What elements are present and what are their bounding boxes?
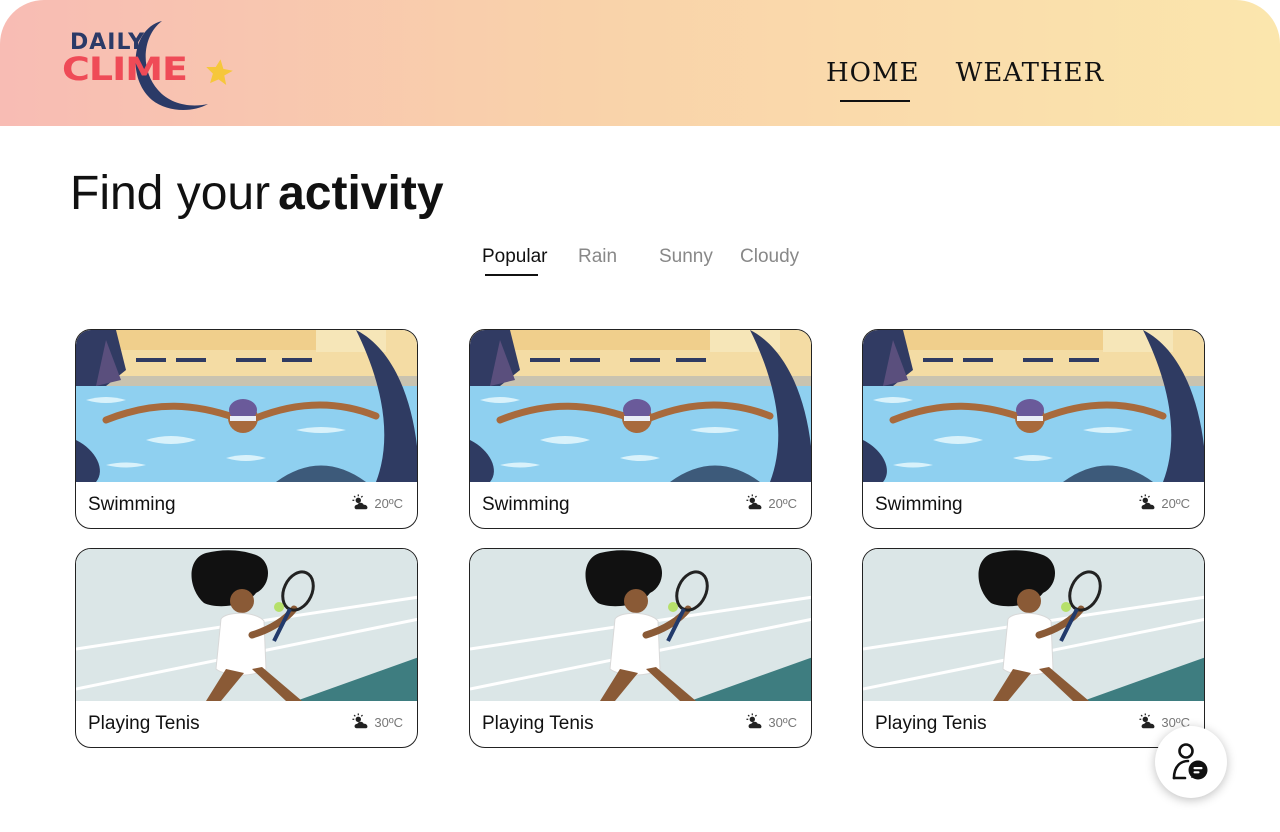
partly-cloudy-icon xyxy=(1139,494,1157,512)
activity-card-title: Playing Tenis xyxy=(875,713,987,734)
activity-card-weather: 20ºC xyxy=(352,494,403,512)
main-nav: HOME WEATHER xyxy=(826,58,1105,102)
partly-cloudy-icon xyxy=(1139,713,1157,731)
activity-card-tennis[interactable]: Playing Tenis 30ºC xyxy=(469,548,812,748)
activity-card-title: Playing Tenis xyxy=(482,713,594,734)
activity-card-title: Playing Tenis xyxy=(88,713,200,734)
nav-weather-link[interactable]: WEATHER xyxy=(956,58,1105,88)
support-chat-button[interactable] xyxy=(1155,726,1227,798)
activity-card-title: Swimming xyxy=(482,494,570,515)
logo-text-clime: CLIME xyxy=(62,50,188,88)
partly-cloudy-icon xyxy=(746,494,764,512)
activity-card-weather: 20ºC xyxy=(746,494,797,512)
temperature-value: 20ºC xyxy=(768,495,797,511)
daily-clime-logo[interactable]: DAILY CLIME xyxy=(62,18,242,114)
activity-card-title: Swimming xyxy=(875,494,963,515)
partly-cloudy-icon xyxy=(352,494,370,512)
tab-sunny[interactable]: Sunny xyxy=(659,246,713,268)
activity-card-tennis[interactable]: Playing Tenis 30ºC xyxy=(862,548,1205,748)
activity-card-swimming[interactable]: Swimming 20ºC xyxy=(469,329,812,529)
activity-card-weather: 30ºC xyxy=(746,713,797,731)
partly-cloudy-icon xyxy=(352,713,370,731)
activity-card-tennis[interactable]: Playing Tenis 30ºC xyxy=(75,548,418,748)
swimming-illustration xyxy=(863,330,1205,482)
activity-card-weather: 20ºC xyxy=(1139,494,1190,512)
tennis-illustration xyxy=(76,549,418,701)
partly-cloudy-icon xyxy=(746,713,764,731)
temperature-value: 30ºC xyxy=(768,714,797,730)
user-chat-icon xyxy=(1172,743,1208,780)
page-title-light: Find your xyxy=(70,167,271,220)
page-title: Find your activity xyxy=(70,166,444,221)
swimming-illustration xyxy=(76,330,418,482)
nav-home-link[interactable]: HOME xyxy=(826,58,920,102)
activity-card-swimming[interactable]: Swimming 20ºC xyxy=(862,329,1205,529)
tab-cloudy[interactable]: Cloudy xyxy=(740,246,799,268)
activity-card-weather: 30ºC xyxy=(352,713,403,731)
activity-card-swimming[interactable]: Swimming 20ºC xyxy=(75,329,418,529)
temperature-value: 20ºC xyxy=(374,495,403,511)
site-header: DAILY CLIME HOME WEATHER xyxy=(0,0,1280,126)
activity-card-title: Swimming xyxy=(88,494,176,515)
tennis-illustration xyxy=(863,549,1205,701)
tab-popular[interactable]: Popular xyxy=(482,246,548,276)
temperature-value: 20ºC xyxy=(1161,495,1190,511)
tennis-illustration xyxy=(470,549,812,701)
tab-rain[interactable]: Rain xyxy=(578,246,617,268)
swimming-illustration xyxy=(470,330,812,482)
page-title-bold: activity xyxy=(278,167,444,220)
temperature-value: 30ºC xyxy=(374,714,403,730)
